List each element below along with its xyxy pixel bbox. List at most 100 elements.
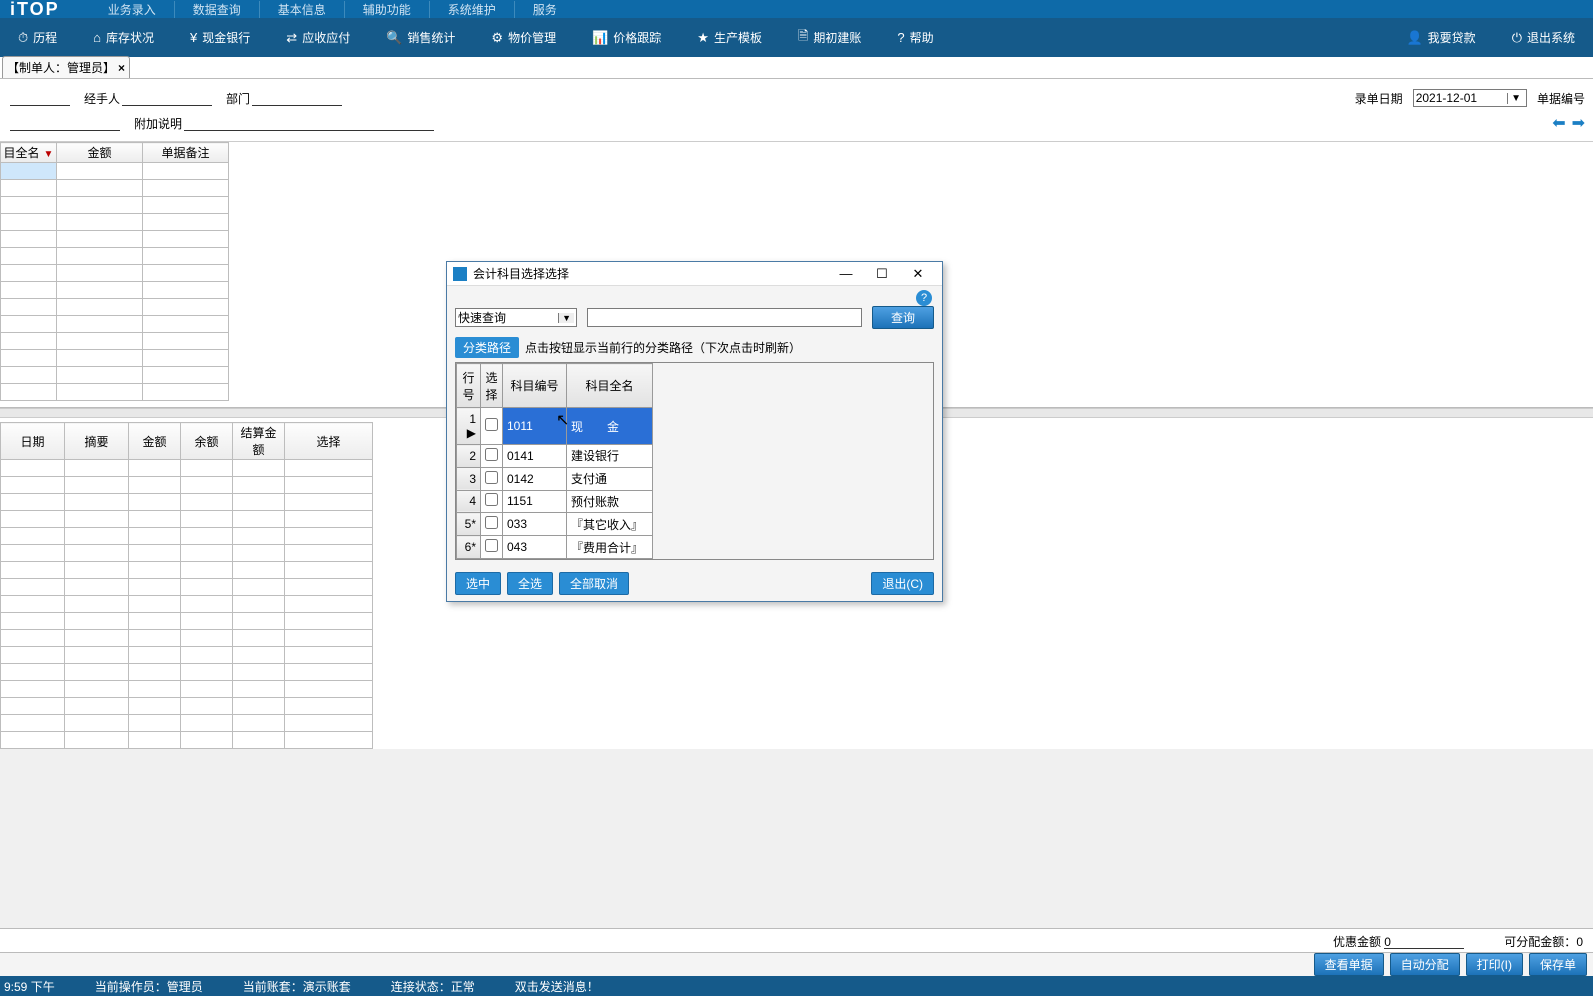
tool-cash-bank[interactable]: ¥现金银行: [172, 29, 268, 46]
col-subject-name[interactable]: 目全名▼: [1, 143, 57, 163]
col-name[interactable]: 科目全名: [567, 364, 653, 408]
dropdown-icon[interactable]: ▼: [44, 149, 54, 160]
minimize-button[interactable]: ―: [828, 266, 864, 281]
search-input[interactable]: [587, 308, 862, 327]
dialog-footer: 选中 全选 全部取消 退出(C): [447, 566, 942, 601]
row-name: 建设银行: [567, 445, 653, 468]
col-settle[interactable]: 结算金额: [233, 423, 285, 460]
exit-button[interactable]: 退出(C): [871, 572, 934, 595]
save-button[interactable]: 保存单: [1529, 953, 1587, 976]
nav-basic-info[interactable]: 基本信息: [260, 1, 345, 18]
tool-init-books[interactable]: 🗎期初建账: [780, 27, 879, 49]
row-checkbox-cell[interactable]: [481, 408, 503, 445]
tab-close-icon[interactable]: ×: [118, 61, 125, 75]
row-checkbox[interactable]: [485, 493, 498, 506]
table-row[interactable]: 1 ▶1011现 金: [457, 408, 653, 445]
col-note[interactable]: 单据备注: [143, 143, 229, 163]
discount-input[interactable]: 0: [1384, 935, 1464, 949]
entry-date-picker[interactable]: 2021-12-01 ▼: [1413, 89, 1527, 107]
lower-grid[interactable]: 日期 摘要 金额 余额 结算金额 选择: [0, 422, 373, 749]
search-button[interactable]: 查询: [872, 306, 934, 329]
col-summary[interactable]: 摘要: [65, 423, 129, 460]
row-checkbox[interactable]: [485, 418, 498, 431]
row-checkbox-cell[interactable]: [481, 513, 503, 536]
row-checkbox-cell[interactable]: [481, 467, 503, 490]
tool-exit[interactable]: ⏻退出系统: [1494, 29, 1593, 46]
table-row[interactable]: 30142支付通: [457, 467, 653, 490]
chevron-down-icon[interactable]: ▼: [558, 313, 574, 323]
tool-inventory[interactable]: ⌂库存状况: [75, 29, 172, 46]
swap-icon: ⇄: [286, 30, 297, 46]
row-checkbox[interactable]: [485, 448, 498, 461]
select-all-button[interactable]: 全选: [507, 572, 553, 595]
col-amount[interactable]: 金额: [57, 143, 143, 163]
tool-ar-ap[interactable]: ⇄应收应付: [268, 29, 368, 46]
tab-document[interactable]: 【制单人：管理员】 ×: [2, 56, 130, 78]
row-checkbox-cell[interactable]: [481, 445, 503, 468]
row-checkbox-cell[interactable]: [481, 490, 503, 513]
handler-label: 经手人: [84, 90, 120, 107]
extra-input[interactable]: [184, 115, 434, 131]
status-operator: 当前操作员：管理员: [95, 978, 203, 995]
nav-system[interactable]: 系统维护: [430, 1, 515, 18]
table-row[interactable]: 20141建设银行: [457, 445, 653, 468]
view-doc-button[interactable]: 查看单据: [1314, 953, 1384, 976]
row-name: 支付通: [567, 467, 653, 490]
top-nav: iTOP 业务录入 数据查询 基本信息 辅助功能 系统维护 服务: [0, 0, 1593, 18]
search-icon: 🔍: [386, 30, 402, 46]
grid-empty-area: [653, 363, 933, 559]
nav-service[interactable]: 服务: [515, 1, 575, 18]
row-checkbox[interactable]: [485, 516, 498, 529]
tool-prod-template[interactable]: ★生产模板: [679, 29, 780, 46]
nav-business-entry[interactable]: 业务录入: [90, 1, 175, 18]
row-name: 『费用合计』: [567, 536, 653, 559]
doc-icon: 🗎: [798, 27, 808, 49]
status-bar: 9:59 下午 当前操作员：管理员 当前账套：演示账套 连接状态：正常 双击发送…: [0, 976, 1593, 996]
col-balance[interactable]: 余额: [181, 423, 233, 460]
footer-summary: 优惠金额 0 可分配金额：0: [0, 928, 1593, 954]
col-select[interactable]: 选择: [481, 364, 503, 408]
chevron-down-icon[interactable]: ▼: [1507, 93, 1524, 104]
search-mode-combo[interactable]: 快速查询 ▼: [455, 308, 577, 327]
action-bar: 查看单据 自动分配 打印(I) 保存单: [0, 952, 1593, 976]
deselect-all-button[interactable]: 全部取消: [559, 572, 629, 595]
help-icon[interactable]: ?: [916, 290, 932, 306]
tool-price-track[interactable]: 📊价格跟踪: [574, 29, 679, 46]
maximize-button[interactable]: ☐: [864, 266, 900, 282]
yen-icon: ¥: [190, 30, 197, 45]
auto-alloc-button[interactable]: 自动分配: [1390, 953, 1460, 976]
select-button[interactable]: 选中: [455, 572, 501, 595]
tool-sales-stats[interactable]: 🔍销售统计: [368, 29, 473, 46]
table-row[interactable]: 41151预付账款: [457, 490, 653, 513]
col-code[interactable]: 科目编号: [503, 364, 567, 408]
nav-aux[interactable]: 辅助功能: [345, 1, 430, 18]
entry-date-label: 录单日期: [1355, 90, 1403, 107]
row-code: 1011: [503, 408, 567, 445]
tool-price-mgmt[interactable]: ⚙物价管理: [473, 29, 574, 46]
table-row[interactable]: 5*033『其它收入』: [457, 513, 653, 536]
print-button[interactable]: 打印(I): [1466, 953, 1523, 976]
col-rownum[interactable]: 行号: [457, 364, 481, 408]
close-button[interactable]: ✕: [900, 266, 936, 282]
next-arrow-icon[interactable]: ➡: [1572, 113, 1585, 133]
upper-grid[interactable]: 目全名▼ 金额 单据备注: [0, 142, 229, 401]
table-row[interactable]: 6*043『费用合计』: [457, 536, 653, 559]
col-amount2[interactable]: 金额: [129, 423, 181, 460]
status-account: 当前账套：演示账套: [243, 978, 351, 995]
handler-input[interactable]: [122, 90, 212, 106]
dialog-titlebar[interactable]: 会计科目选择选择 ― ☐ ✕: [447, 262, 942, 286]
tool-help[interactable]: ?帮助: [879, 29, 951, 46]
nav-data-query[interactable]: 数据查询: [175, 1, 260, 18]
tool-history[interactable]: ⏱历程: [0, 29, 75, 46]
tool-loan[interactable]: 👤我要贷款: [1388, 29, 1493, 46]
prev-arrow-icon[interactable]: ⬅: [1552, 113, 1565, 133]
col-date[interactable]: 日期: [1, 423, 65, 460]
col-select[interactable]: 选择: [285, 423, 373, 460]
subject-grid[interactable]: 行号 选择 科目编号 科目全名 1 ▶1011现 金20141建设银行30142…: [456, 363, 653, 559]
dept-input[interactable]: [252, 90, 342, 106]
path-button[interactable]: 分类路径: [455, 337, 519, 358]
row-checkbox[interactable]: [485, 471, 498, 484]
status-msg[interactable]: 双击发送消息！: [515, 978, 599, 995]
row-checkbox[interactable]: [485, 539, 498, 552]
row-checkbox-cell[interactable]: [481, 536, 503, 559]
